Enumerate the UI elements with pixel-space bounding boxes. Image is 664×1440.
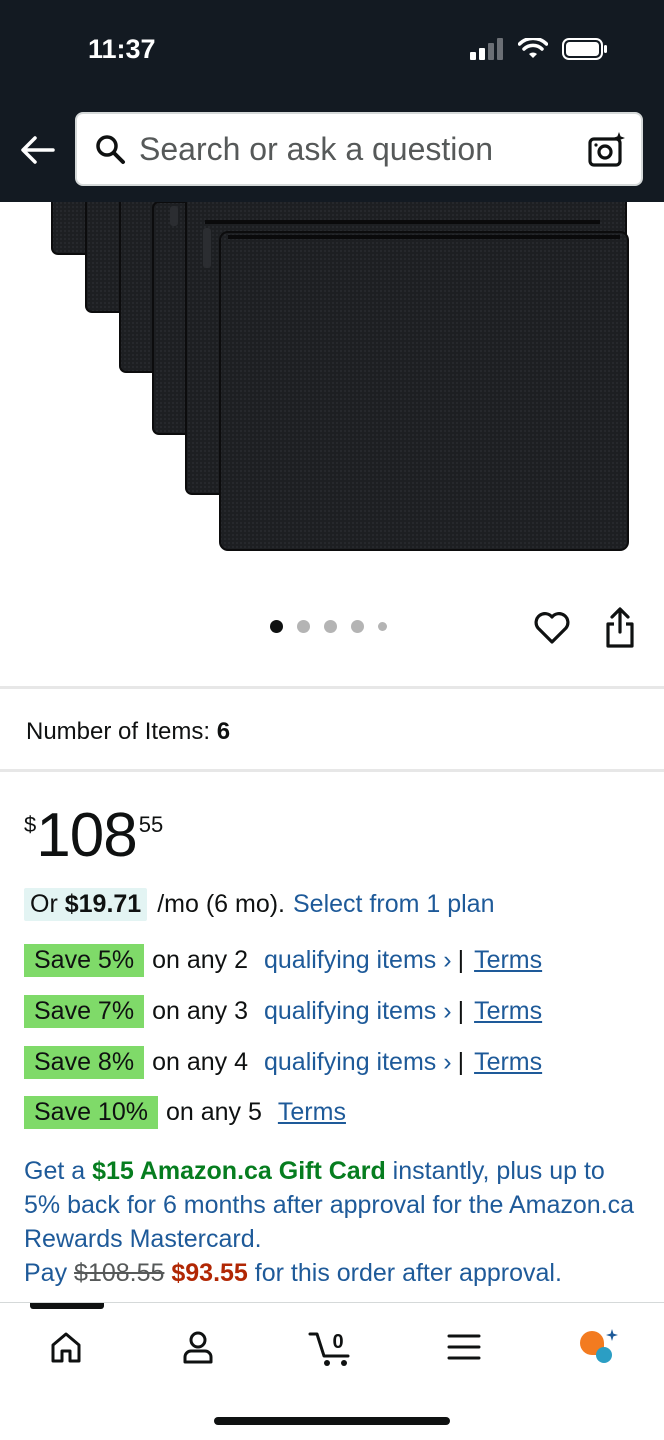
cart-icon: 0 (308, 1331, 350, 1366)
promo-badge: Save 10% (24, 1095, 158, 1129)
wifi-icon (518, 38, 548, 58)
qualifying-items-link[interactable]: qualifying items › (264, 997, 452, 1026)
gift-card-amount: $15 Amazon.ca Gift Card (92, 1157, 386, 1185)
carousel-dot[interactable] (378, 622, 387, 631)
nav-menu[interactable] (440, 1323, 488, 1371)
cart-count: 0 (332, 1331, 343, 1353)
camera-search-icon[interactable] (587, 130, 627, 170)
nav-cart[interactable]: 0 (306, 1323, 362, 1371)
promo-separator: | (457, 1047, 465, 1076)
status-time: 11:37 (88, 34, 156, 64)
promo-row: Save 5% on any 2 qualifying items › | Te… (24, 943, 542, 977)
heart-icon (534, 612, 570, 644)
promo-separator: | (457, 996, 465, 1025)
offer-text: Pay (24, 1259, 68, 1287)
account-icon (183, 1331, 213, 1364)
installment-offer: Or $19.71 /mo (6 mo). Select from 1 plan (24, 888, 495, 921)
divider (0, 686, 664, 689)
promo-row: Save 10% on any 5 Terms (24, 1095, 346, 1129)
terms-link[interactable]: Terms (278, 1098, 346, 1127)
installment-prefix: Or (30, 890, 58, 918)
qualifying-items-link[interactable]: qualifying items › (264, 1048, 452, 1077)
price-fraction: 55 (138, 812, 164, 837)
qualifying-items-link[interactable]: qualifying items › (264, 946, 452, 975)
variant-label: Number of Items: (26, 718, 211, 745)
image-carousel-dots[interactable] (270, 620, 387, 633)
variant-selector[interactable]: Number of Items: 6 (26, 718, 230, 746)
arrow-left-icon (21, 136, 55, 164)
promo-text: on any 4 (152, 1047, 248, 1076)
terms-link[interactable]: Terms (474, 1048, 542, 1077)
credit-card-offer[interactable]: Get a $15 Amazon.ca Gift Card instantly,… (24, 1154, 644, 1290)
carousel-dot[interactable] (270, 620, 283, 633)
promo-text: on any 3 (152, 996, 248, 1025)
battery-icon (562, 38, 607, 60)
active-tab-indicator (30, 1303, 104, 1309)
variant-value: 6 (216, 718, 231, 745)
promo-row: Save 8% on any 4 qualifying items › | Te… (24, 1045, 542, 1079)
installment-amount: $19.71 (64, 890, 142, 918)
promo-badge: Save 8% (24, 1045, 145, 1079)
rufus-assistant-icon (580, 1329, 618, 1363)
nav-account[interactable] (174, 1323, 222, 1371)
product-price: $ 108 55 (24, 800, 163, 872)
new-price: $93.55 (171, 1259, 248, 1287)
terms-link[interactable]: Terms (474, 946, 542, 975)
search-input[interactable] (139, 130, 559, 168)
promo-separator: | (457, 945, 465, 974)
promo-badge: Save 7% (24, 994, 145, 1028)
select-plan-link[interactable]: Select from 1 plan (293, 890, 495, 919)
offer-text: Get a (24, 1157, 86, 1185)
nav-home[interactable] (42, 1323, 90, 1371)
product-image[interactable] (0, 202, 664, 582)
promo-row: Save 7% on any 3 qualifying items › | Te… (24, 994, 542, 1028)
back-button[interactable] (18, 130, 58, 170)
home-indicator (214, 1417, 450, 1425)
wishlist-button[interactable] (532, 608, 572, 648)
menu-icon (447, 1334, 481, 1360)
promo-badge: Save 5% (24, 943, 145, 977)
old-price: $108.55 (74, 1259, 165, 1287)
promo-text: on any 5 (165, 1097, 262, 1126)
nav-rufus-assistant[interactable] (574, 1323, 622, 1371)
price-symbol: $ (24, 812, 37, 837)
share-button[interactable] (600, 606, 640, 650)
search-icon (93, 132, 127, 166)
carousel-dot[interactable] (351, 620, 364, 633)
search-bar[interactable] (75, 112, 643, 186)
installment-badge: Or $19.71 (24, 888, 148, 921)
share-icon (606, 607, 634, 648)
divider (0, 769, 664, 772)
carousel-dot[interactable] (297, 620, 310, 633)
status-icons (470, 38, 608, 60)
promo-text: on any 2 (152, 945, 248, 974)
app-header: 11:37 (0, 0, 664, 202)
signal-icon (470, 38, 503, 60)
home-icon (51, 1332, 81, 1363)
installment-term: /mo (6 mo). (157, 890, 285, 918)
carousel-dot[interactable] (324, 620, 337, 633)
terms-link[interactable]: Terms (474, 997, 542, 1026)
bottom-navigation: 0 (0, 1302, 664, 1440)
offer-text: for this order after approval. (254, 1259, 562, 1287)
price-whole: 108 (36, 801, 137, 870)
product-photo (51, 202, 629, 551)
